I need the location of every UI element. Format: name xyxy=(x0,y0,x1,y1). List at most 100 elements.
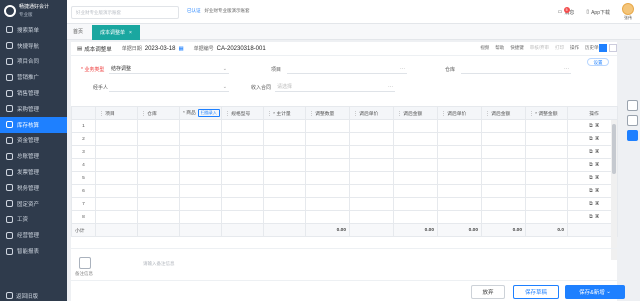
table-cell[interactable] xyxy=(221,171,264,185)
table-cell[interactable] xyxy=(393,171,438,185)
table-cell[interactable] xyxy=(305,184,350,198)
table-cell[interactable] xyxy=(437,210,482,224)
delete-row-icon[interactable]: ▣ xyxy=(595,137,599,142)
table-cell[interactable] xyxy=(179,132,222,146)
table-cell[interactable] xyxy=(481,184,526,198)
table-cell[interactable] xyxy=(95,132,138,146)
table-cell[interactable] xyxy=(263,184,306,198)
doc-code-field[interactable]: 单据编号 CA-20230318-001 xyxy=(194,45,266,53)
table-row[interactable]: 4 ⧉ ▣ xyxy=(71,158,618,172)
table-cell[interactable] xyxy=(305,132,350,146)
close-icon[interactable]: × xyxy=(129,30,132,36)
table-row[interactable]: 8 ⧉ ▣ xyxy=(71,210,618,224)
table-scrollbar[interactable] xyxy=(611,120,617,260)
table-cell[interactable] xyxy=(263,119,306,133)
messages-button[interactable]: ▭ 5 消息 xyxy=(558,6,574,16)
notes-input[interactable]: 请输入备注信息 xyxy=(143,261,175,267)
table-cell[interactable] xyxy=(221,132,264,146)
sidebar-item-purchase[interactable]: 采购管理 xyxy=(0,101,67,117)
user-menu[interactable]: 张伟 xyxy=(622,3,634,21)
copy-row-icon[interactable]: ⧉ xyxy=(589,215,592,220)
table-cell[interactable] xyxy=(263,210,306,224)
delete-row-icon[interactable]: ▣ xyxy=(595,124,599,129)
table-cell[interactable] xyxy=(137,145,180,159)
table-cell[interactable] xyxy=(393,145,438,159)
table-cell[interactable] xyxy=(437,184,482,198)
handler-field[interactable]: ⌄ xyxy=(109,82,229,92)
tab-cost-adjustment[interactable]: 成本调整单 × xyxy=(92,25,140,40)
table-cell[interactable] xyxy=(437,158,482,172)
link-icon[interactable] xyxy=(627,115,638,126)
table-cell[interactable] xyxy=(437,119,482,133)
sidebar-item-project-contract[interactable]: 项目合同 xyxy=(0,54,67,70)
doc-icon[interactable] xyxy=(627,100,638,111)
quick-scan-input-button[interactable]: 扫描录入 xyxy=(197,109,220,117)
delete-row-icon[interactable]: ▣ xyxy=(595,150,599,155)
table-cell[interactable] xyxy=(221,197,264,211)
app-download-button[interactable]: ▯ App下载 xyxy=(586,9,610,16)
table-cell[interactable] xyxy=(481,197,526,211)
sidebar-item-business[interactable]: 经营管理 xyxy=(0,227,67,243)
table-cell[interactable] xyxy=(263,158,306,172)
copy-row-icon[interactable]: ⧉ xyxy=(589,176,592,181)
list-view-icon[interactable] xyxy=(599,44,607,52)
operate-button[interactable]: 操作 xyxy=(570,45,579,51)
sidebar-item-search-menu[interactable]: 搜索菜单 xyxy=(0,22,67,38)
discard-button[interactable]: 放弃 xyxy=(471,285,505,299)
table-cell[interactable] xyxy=(481,171,526,185)
table-cell[interactable] xyxy=(95,145,138,159)
table-cell[interactable] xyxy=(95,119,138,133)
table-cell[interactable] xyxy=(305,210,350,224)
scrollbar-thumb[interactable] xyxy=(612,124,616,174)
table-cell[interactable] xyxy=(525,145,568,159)
table-cell[interactable] xyxy=(305,119,350,133)
table-cell[interactable] xyxy=(179,184,222,198)
delete-row-icon[interactable]: ▣ xyxy=(595,176,599,181)
copy-row-icon[interactable]: ⧉ xyxy=(589,202,592,207)
warehouse-field[interactable]: ··· xyxy=(461,64,571,74)
video-button[interactable]: 视频 xyxy=(480,45,489,51)
contract-field[interactable]: 请选择 ··· xyxy=(275,82,395,92)
table-cell[interactable] xyxy=(393,158,438,172)
project-field[interactable]: ··· xyxy=(287,64,407,74)
table-row[interactable]: 7 ⧉ ▣ xyxy=(71,197,618,211)
sidebar-item-marketing[interactable]: 营销推广 xyxy=(0,69,67,85)
sidebar-item-tax[interactable]: 税务管理 xyxy=(0,180,67,196)
copy-icon[interactable] xyxy=(627,130,638,141)
table-cell[interactable] xyxy=(393,132,438,146)
table-cell[interactable] xyxy=(179,145,222,159)
delete-row-icon[interactable]: ▣ xyxy=(595,215,599,220)
print-button[interactable]: 打印 xyxy=(555,45,564,51)
copy-row-icon[interactable]: ⧉ xyxy=(589,124,592,129)
table-cell[interactable] xyxy=(393,197,438,211)
table-cell[interactable] xyxy=(393,184,438,198)
table-cell[interactable] xyxy=(349,119,394,133)
table-cell[interactable] xyxy=(179,119,222,133)
table-cell[interactable] xyxy=(95,171,138,185)
table-cell[interactable] xyxy=(525,119,568,133)
save-draft-button[interactable]: 保存草稿 xyxy=(513,285,559,299)
table-cell[interactable] xyxy=(221,184,264,198)
table-cell[interactable] xyxy=(305,145,350,159)
business-type-select[interactable]: 结存调整 ⌄ xyxy=(109,64,229,74)
grid-view-icon[interactable] xyxy=(609,44,617,52)
copy-row-icon[interactable]: ⧉ xyxy=(589,150,592,155)
copy-row-icon[interactable]: ⧉ xyxy=(589,137,592,142)
tab-home[interactable]: 首页 xyxy=(73,28,83,35)
table-cell[interactable] xyxy=(263,132,306,146)
table-cell[interactable] xyxy=(437,171,482,185)
copy-row-icon[interactable]: ⧉ xyxy=(589,189,592,194)
save-and-new-button[interactable]: 保存&新增 ⌄ xyxy=(565,285,625,299)
table-cell[interactable] xyxy=(179,171,222,185)
settings-button[interactable]: 设置 xyxy=(587,58,609,66)
table-row[interactable]: 6 ⧉ ▣ xyxy=(71,184,618,198)
copy-row-icon[interactable]: ⧉ xyxy=(589,163,592,168)
table-cell[interactable] xyxy=(179,158,222,172)
calendar-icon[interactable]: ▦ xyxy=(178,46,183,52)
table-cell[interactable] xyxy=(221,119,264,133)
table-cell[interactable] xyxy=(525,171,568,185)
doc-date-field[interactable]: 单据日期 2023-03-18 ▦ xyxy=(122,45,184,53)
table-cell[interactable] xyxy=(137,158,180,172)
table-cell[interactable] xyxy=(393,119,438,133)
table-cell[interactable] xyxy=(95,197,138,211)
